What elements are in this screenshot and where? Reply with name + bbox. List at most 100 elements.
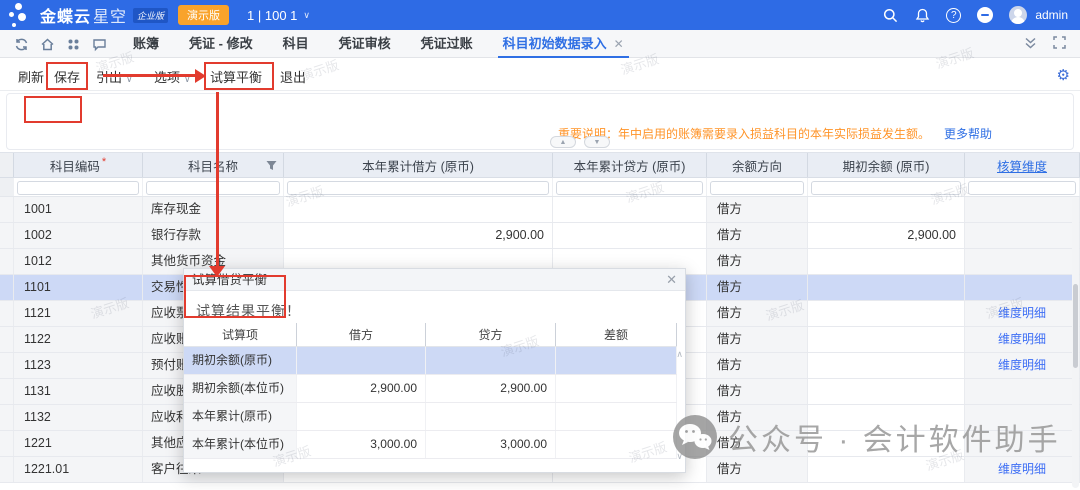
grid-scrollbar[interactable] <box>1072 198 1079 488</box>
cell-name[interactable]: 银行存款 <box>143 223 284 248</box>
dialog-row[interactable]: 本年累计(原币) <box>184 403 677 431</box>
cell-opening-balance[interactable] <box>808 275 965 300</box>
dialog-scroll-down-icon[interactable]: ∨ <box>676 451 683 462</box>
bell-icon[interactable] <box>914 7 930 23</box>
filter-funnel-icon[interactable] <box>266 160 277 174</box>
toolbar-退出-button[interactable]: 退出 <box>280 67 306 86</box>
dialog-row[interactable]: 期初余额(本位币)2,900.002,900.00 <box>184 375 677 403</box>
cell-dimension <box>965 275 1080 300</box>
cell-direction: 借方 <box>707 353 808 378</box>
collapse-up-toggle[interactable]: ▲ <box>550 136 576 148</box>
toolbar-刷新-button[interactable]: 刷新 <box>18 67 44 86</box>
cell-opening-balance[interactable]: 2,900.00 <box>808 223 965 248</box>
tab-凭证过账[interactable]: 凭证过账 <box>406 30 488 58</box>
dialog-close-icon[interactable]: ✕ <box>666 271 677 289</box>
home-icon[interactable] <box>40 37 55 52</box>
fullscreen-icon[interactable] <box>1053 36 1066 53</box>
filter-input-cdir[interactable] <box>710 181 804 195</box>
kingdee-logo-icon <box>6 0 36 30</box>
cell-code[interactable]: 1121 <box>14 301 143 326</box>
dialog-cell-diff <box>556 347 677 374</box>
more-help-link[interactable]: 更多帮助 <box>944 127 992 141</box>
cell-opening-balance[interactable] <box>808 353 965 378</box>
cell-opening-balance[interactable] <box>808 379 965 404</box>
dialog-scroll-up-icon[interactable]: ∧ <box>676 349 683 360</box>
apps-grid-icon[interactable] <box>66 37 81 52</box>
tab-凭证 - 修改[interactable]: 凭证 - 修改 <box>174 30 268 58</box>
tab-科目[interactable]: 科目 <box>268 30 324 58</box>
cell-code[interactable]: 1221 <box>14 431 143 456</box>
grid-header-label: 本年累计贷方 (原币) <box>574 156 686 175</box>
cell-credit-ytd[interactable] <box>553 223 707 248</box>
cell-code[interactable]: 1221.01 <box>14 457 143 482</box>
cell-opening-balance[interactable] <box>808 197 965 222</box>
cell-code[interactable]: 1132 <box>14 405 143 430</box>
dialog-row[interactable]: 本年累计(本位币)3,000.003,000.00 <box>184 431 677 459</box>
dialog-row[interactable]: 期初余额(原币) <box>184 347 677 375</box>
filter-input-ccode[interactable] <box>17 181 139 195</box>
cell-credit-ytd[interactable] <box>553 197 707 222</box>
filter-input-ccredit[interactable] <box>556 181 703 195</box>
cell-name[interactable]: 库存现金 <box>143 197 284 222</box>
row-strip <box>0 275 14 300</box>
toolbar-试算平衡-button[interactable]: 试算平衡 <box>210 67 262 86</box>
grid-header-label: 科目编码 <box>50 156 100 175</box>
assistant-icon[interactable] <box>977 7 993 23</box>
message-icon[interactable] <box>92 37 107 52</box>
cell-debit-ytd[interactable] <box>284 197 553 222</box>
cell-debit-ytd[interactable]: 2,900.00 <box>284 223 553 248</box>
cell-opening-balance[interactable] <box>808 457 965 482</box>
cell-opening-balance[interactable] <box>808 431 965 456</box>
sync-icon[interactable] <box>14 37 29 52</box>
toolbar-选项-button[interactable]: 选项∨ <box>154 67 191 86</box>
cell-code[interactable]: 1122 <box>14 327 143 352</box>
tab-账簿[interactable]: 账簿 <box>118 30 174 58</box>
cell-opening-balance[interactable] <box>808 249 965 274</box>
grid-header-cdim[interactable]: 核算维度 <box>965 153 1080 177</box>
filter-input-cname[interactable] <box>146 181 280 195</box>
cell-code[interactable]: 1012 <box>14 249 143 274</box>
cell-code[interactable]: 1123 <box>14 353 143 378</box>
cell-opening-balance[interactable] <box>808 327 965 352</box>
collapse-down-toggle[interactable]: ▼ <box>584 136 610 148</box>
dialog-cell-credit: 3,000.00 <box>426 431 556 458</box>
cell-code[interactable]: 1001 <box>14 197 143 222</box>
filter-input-cdim[interactable] <box>968 181 1076 195</box>
grid-header-label: 科目名称 <box>188 156 238 175</box>
table-row-1002[interactable]: 1002银行存款2,900.00借方2,900.00 <box>0 223 1080 249</box>
search-icon[interactable] <box>882 7 898 23</box>
dimension-detail-link[interactable]: 维度明细 <box>998 332 1046 346</box>
cell-opening-balance[interactable] <box>808 405 965 430</box>
dialog-cell-debit: 3,000.00 <box>297 431 426 458</box>
org-selector[interactable]: 1 | 100 1 ∨ <box>247 8 310 23</box>
gear-icon[interactable]: ⚙ <box>1057 66 1070 84</box>
row-strip <box>0 223 14 248</box>
dimension-detail-link[interactable]: 维度明细 <box>998 358 1046 372</box>
tab-label: 账簿 <box>133 36 159 51</box>
tab-bar: 账簿凭证 - 修改科目凭证审核凭证过账科目初始数据录入 ✕ <box>0 30 1080 58</box>
filter-input-cdebit[interactable] <box>287 181 549 195</box>
toolbar-保存-button[interactable]: 保存 <box>54 67 80 86</box>
grid-header-label[interactable]: 核算维度 <box>997 156 1047 175</box>
filter-cell-cname <box>143 178 284 196</box>
tab-凭证审核[interactable]: 凭证审核 <box>324 30 406 58</box>
tab-close-icon[interactable]: ✕ <box>614 37 624 51</box>
cell-code[interactable]: 1131 <box>14 379 143 404</box>
important-notice: 重要说明：年中启用的账簿需要录入损益科目的本年实际损益发生额。更多帮助 <box>558 125 992 142</box>
dimension-detail-link[interactable]: 维度明细 <box>998 306 1046 320</box>
toolbar-引出-button[interactable]: 引出∨ <box>96 67 133 86</box>
tab-label: 科目初始数据录入 <box>503 36 607 51</box>
table-row-1001[interactable]: 1001库存现金借方 <box>0 197 1080 223</box>
cell-code[interactable]: 1002 <box>14 223 143 248</box>
cell-opening-balance[interactable] <box>808 301 965 326</box>
help-icon[interactable]: ? <box>946 8 961 23</box>
dialog-cell-diff <box>556 431 677 458</box>
avatar[interactable] <box>1009 6 1027 24</box>
cell-code[interactable]: 1101 <box>14 275 143 300</box>
dialog-header-3: 差额 <box>556 323 677 346</box>
cell-dimension <box>965 197 1080 222</box>
tab-科目初始数据录入[interactable]: 科目初始数据录入 ✕ <box>488 30 639 58</box>
filter-input-copen[interactable] <box>811 181 961 195</box>
dimension-detail-link[interactable]: 维度明细 <box>998 462 1046 476</box>
collapse-tabs-icon[interactable] <box>1024 36 1037 53</box>
